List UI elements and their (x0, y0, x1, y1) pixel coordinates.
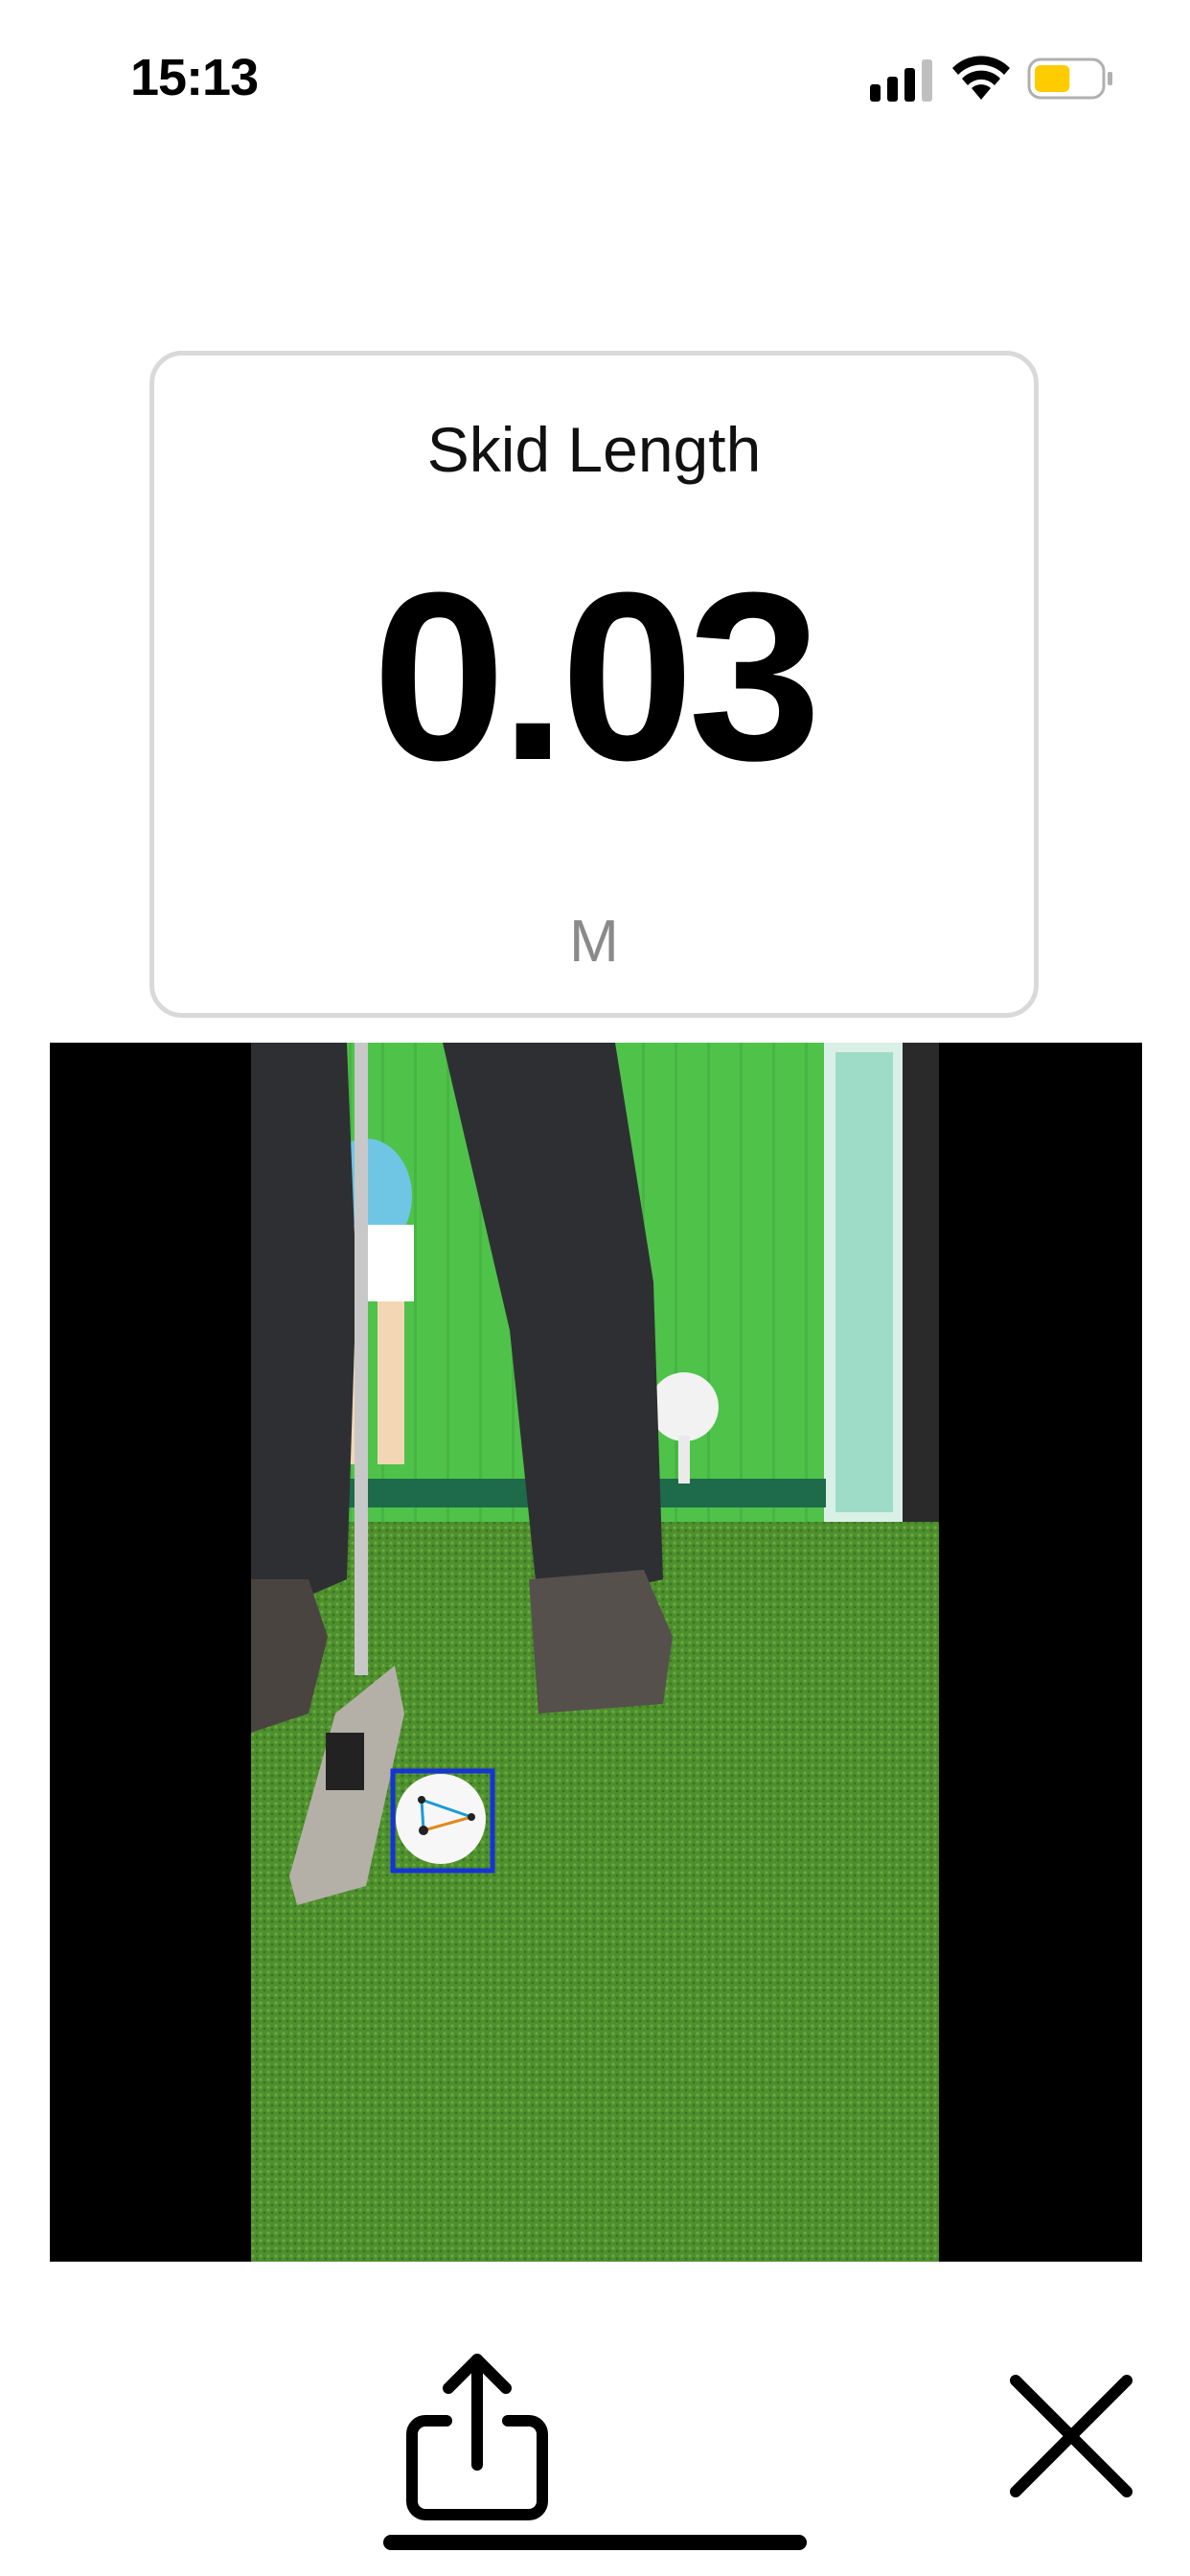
wifi-icon (952, 56, 1010, 100)
home-indicator[interactable] (383, 2535, 807, 2550)
skid-length-card: Skid Length 0.03 M (149, 351, 1039, 1018)
putting-video-frame (251, 1043, 939, 2262)
status-time: 15:13 (130, 49, 259, 106)
metric-unit: M (569, 908, 619, 975)
status-bar: 15:13 (0, 0, 1190, 153)
share-icon (406, 2354, 548, 2520)
close-icon (1010, 2375, 1133, 2497)
share-button[interactable] (400, 2350, 554, 2522)
metric-value: 0.03 (372, 542, 822, 810)
close-button[interactable] (1004, 2369, 1138, 2503)
cellular-signal-icon (870, 59, 932, 102)
video-player[interactable] (50, 1043, 1142, 2262)
battery-icon (1027, 58, 1112, 100)
metric-title: Skid Length (426, 414, 762, 485)
